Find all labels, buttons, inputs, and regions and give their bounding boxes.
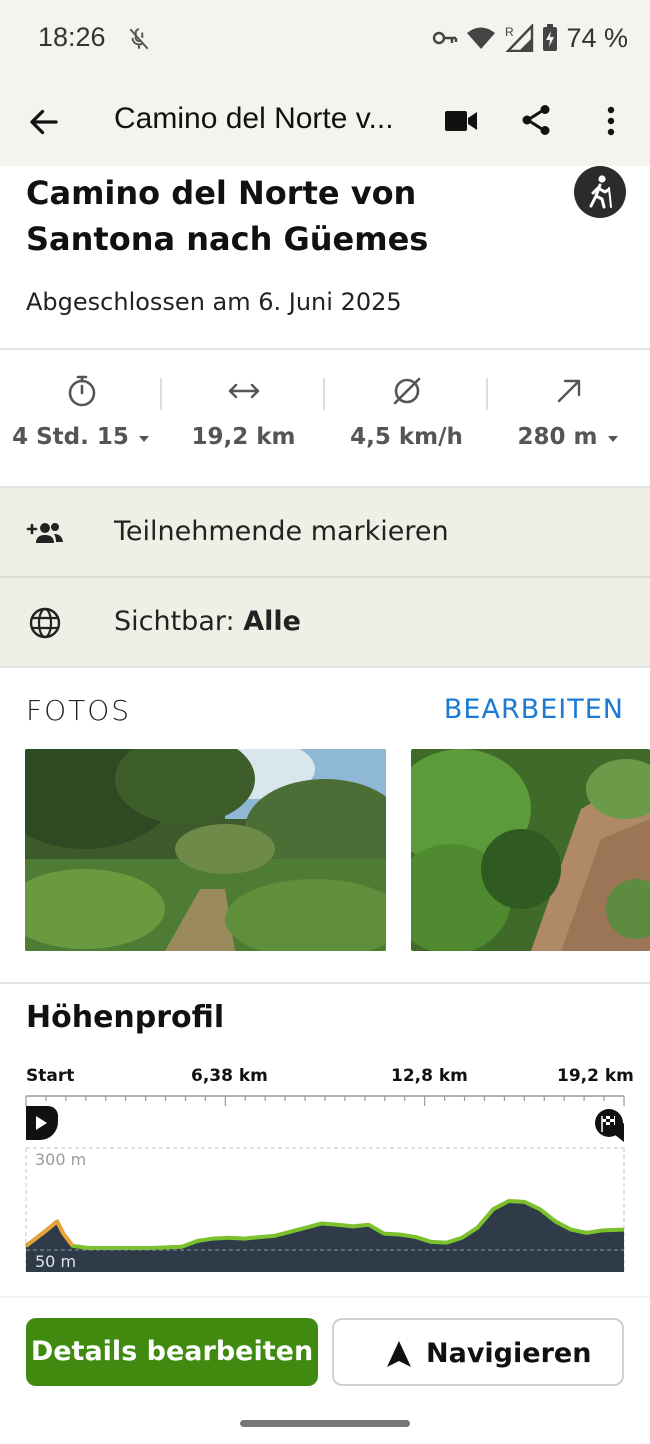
stat-duration[interactable]: 4 Std. 15 [0, 350, 163, 486]
stopwatch-icon [68, 375, 95, 407]
status-icons: R 74 % [432, 22, 628, 54]
mic-off-icon [129, 28, 149, 50]
start-marker-icon [26, 1106, 58, 1140]
video-camera-icon[interactable] [444, 106, 478, 136]
visibility-label: Sichtbar: Alle [114, 606, 301, 637]
km-ticks [25, 1096, 625, 1106]
more-vert-icon[interactable] [596, 102, 626, 140]
elevation-profile[interactable]: Start 6,38 km 12,8 km 19,2 km 300 m 50 m [0, 1060, 650, 1280]
tag-participants-row[interactable]: Teilnehmende markieren [0, 488, 650, 578]
completed-date: Abgeschlossen am 6. Juni 2025 [26, 288, 402, 316]
navigate-label: Navigieren [426, 1338, 592, 1369]
divider [0, 666, 650, 668]
navigate-button[interactable]: Navigieren [332, 1318, 624, 1386]
stat-ascent[interactable]: 280 m [487, 350, 650, 486]
caret-down-icon [138, 436, 149, 442]
hiking-sport-badge [574, 166, 626, 218]
tour-photo[interactable] [411, 749, 650, 951]
photo-forest-path [25, 749, 386, 951]
ascent-icon [557, 379, 580, 403]
battery-charging-icon [543, 24, 558, 51]
participants-label: Teilnehmende markieren [114, 516, 449, 547]
elevation-chart: 300 m 50 m [24, 1095, 625, 1272]
battery-percentage: 74 % [566, 22, 628, 53]
visibility-row[interactable]: Sichtbar: Alle [0, 578, 650, 668]
app-bar: Camino del Norte v... [0, 78, 650, 166]
stat-speed: 4,5 km/h [325, 350, 488, 486]
add-people-icon [26, 523, 63, 543]
stats-row: 4 Std. 15 19,2 km 4,5 km/h 280 m [0, 350, 650, 486]
stat-value: 280 m [487, 424, 650, 450]
status-bar: 18:26 R 74 % [0, 0, 650, 78]
back-arrow-icon[interactable] [26, 104, 62, 140]
elevation-area [26, 1201, 624, 1272]
photo-trail-ferns [411, 749, 650, 951]
duration-value: 4 Std. 15 [12, 424, 129, 450]
status-time: 18:26 [38, 22, 106, 52]
visibility-key: Sichtbar: [114, 606, 235, 637]
wifi-icon [467, 27, 496, 49]
tour-photo[interactable] [25, 749, 386, 951]
distance-value: 19,2 km [191, 424, 296, 450]
divider [0, 982, 650, 984]
globe-icon [29, 607, 61, 639]
finish-flag-icon [595, 1109, 624, 1142]
y-label-top: 300 m [35, 1150, 86, 1169]
tour-title: Camino del Norte von Santona nach Güemes [26, 174, 429, 258]
edit-details-button[interactable]: Details bearbeiten [26, 1318, 318, 1386]
vpn-key-icon [433, 31, 458, 45]
y-label-bottom: 50 m [35, 1252, 76, 1271]
visibility-value: Alle [243, 606, 301, 637]
ascent-value: 280 m [517, 424, 598, 450]
elevation-heading: Höhenprofil [26, 1000, 225, 1035]
share-icon[interactable] [518, 102, 554, 138]
hiker-icon [589, 175, 612, 209]
average-speed-icon [393, 377, 420, 405]
photos-heading: FOTOS [26, 694, 132, 727]
distance-icon [228, 383, 259, 399]
caret-down-icon [607, 436, 618, 442]
signal-roaming-icon: R [505, 24, 534, 52]
appbar-title: Camino del Norte v... [114, 102, 394, 135]
speed-value: 4,5 km/h [350, 424, 463, 450]
stat-value: 4 Std. 15 [0, 424, 163, 450]
gesture-nav-handle[interactable] [240, 1420, 410, 1427]
stat-distance: 19,2 km [162, 350, 325, 486]
edit-photos-link[interactable]: BEARBEITEN [444, 694, 624, 725]
navigation-arrow-icon [387, 1341, 411, 1367]
roaming-indicator: R [505, 25, 514, 39]
